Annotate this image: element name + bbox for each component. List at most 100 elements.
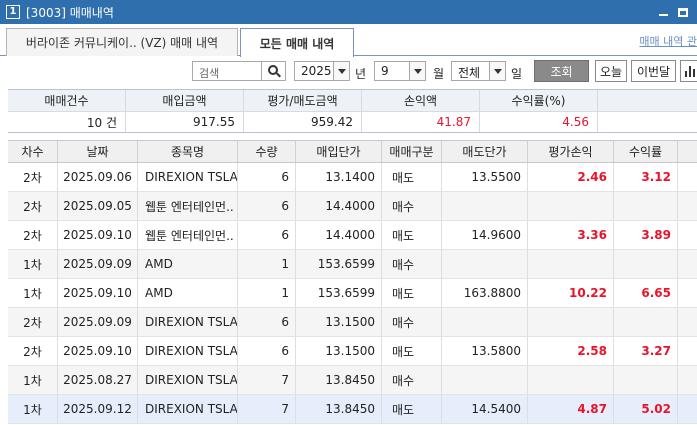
column-header[interactable]: 수량: [238, 141, 296, 162]
day-value: 전체: [458, 66, 481, 80]
cell-spacer: [678, 395, 697, 423]
day-select[interactable]: 전체: [451, 61, 506, 81]
cell-symbol: DIREXION TSLA: [138, 395, 238, 423]
column-header[interactable]: 차수: [8, 141, 58, 162]
table-row[interactable]: 2차 2025.09.09 DIREXION TSLA 6 13.1500 매수: [8, 308, 697, 337]
cell-trade-type: 매도: [382, 221, 442, 249]
table-row[interactable]: 2차 2025.09.06 DIREXION TSLA 6 13.1400 매도 13.55…: [8, 163, 697, 192]
query-button[interactable]: 조회: [534, 60, 589, 82]
cell-spacer: [678, 250, 697, 278]
window-titlebar: 1 [3003] 매매내역: [0, 0, 697, 24]
column-header[interactable]: 매입단가: [296, 141, 382, 162]
cell-date: 2025.09.10: [58, 279, 138, 307]
year-value: 2025: [301, 64, 332, 78]
cell-date: 2025.09.06: [58, 163, 138, 191]
cell-date: 2025.09.10: [58, 221, 138, 249]
cell-round: 2차: [8, 192, 58, 220]
cell-quantity: 1: [238, 279, 296, 307]
cell-quantity: 6: [238, 308, 296, 336]
table-row[interactable]: 2차 2025.09.10 DIREXION TSLA 6 13.1500 매도 13.58…: [8, 337, 697, 366]
cell-symbol: AMD: [138, 250, 238, 278]
column-header[interactable]: 매매구분: [382, 141, 442, 162]
cell-round: 1차: [8, 250, 58, 278]
cell-round: 1차: [8, 279, 58, 307]
cell-return-rate: 5.02: [614, 395, 678, 423]
cell-return-rate: [614, 250, 678, 278]
cell-spacer: [678, 221, 697, 249]
cell-eval-profit: 4.87: [528, 395, 614, 423]
cell-return-rate: [614, 192, 678, 220]
table-row[interactable]: 2차 2025.09.05 웹툰 엔터테인먼.. 6 14.4000 매수: [8, 192, 697, 221]
month-select[interactable]: 9: [374, 61, 426, 81]
cell-trade-type: 매도: [382, 163, 442, 191]
cell-sell-price: 163.8800: [442, 279, 528, 307]
summary-header: [598, 90, 697, 111]
bar-chart-icon[interactable]: [680, 60, 697, 82]
cell-round: 2차: [8, 163, 58, 191]
cell-eval-profit: [528, 366, 614, 394]
chevron-down-icon[interactable]: [489, 62, 505, 80]
cell-buy-price: 13.1500: [296, 308, 382, 336]
summary-header: 손익액: [362, 90, 480, 111]
cell-trade-type: 매수: [382, 250, 442, 278]
cell-sell-price: [442, 250, 528, 278]
trades-grid: 차수 날짜 종목명 수량 매입단가 매매구분 매도단가 평가손익 수익률 2차 2…: [8, 140, 697, 424]
day-label: 일: [511, 67, 523, 81]
cell-trade-type: 매도: [382, 337, 442, 365]
search-input[interactable]: 검색: [192, 61, 262, 81]
cell-quantity: 1: [238, 250, 296, 278]
cell-symbol: DIREXION TSLA: [138, 163, 238, 191]
cell-eval-profit: [528, 250, 614, 278]
table-row[interactable]: 1차 2025.09.10 AMD 1 153.6599 매도 163.8800 10.22 6…: [8, 279, 697, 308]
cell-symbol: AMD: [138, 279, 238, 307]
cell-date: 2025.09.09: [58, 250, 138, 278]
month-label: 월: [433, 67, 445, 81]
column-header[interactable]: 종목명: [138, 141, 238, 162]
today-button[interactable]: 오늘: [595, 60, 627, 82]
table-row[interactable]: 1차 2025.09.12 DIREXION TSLA 7 13.8450 매도 14.54…: [8, 395, 697, 424]
table-row[interactable]: 2차 2025.09.10 웹툰 엔터테인먼.. 6 14.4000 매도 14.9600 3…: [8, 221, 697, 250]
cell-buy-price: 14.4000: [296, 192, 382, 220]
column-header[interactable]: 매도단가: [442, 141, 528, 162]
cell-trade-type: 매수: [382, 308, 442, 336]
column-header[interactable]: 평가손익: [528, 141, 614, 162]
cell-quantity: 6: [238, 163, 296, 191]
cell-buy-price: 13.8450: [296, 395, 382, 423]
year-select[interactable]: 2025: [294, 61, 350, 81]
summary-header: 수익률(%): [480, 90, 598, 111]
minimize-icon[interactable]: [655, 4, 671, 20]
trade-history-manage-link[interactable]: 매매 내역 관: [639, 33, 697, 49]
cell-symbol: DIREXION TSLA: [138, 308, 238, 336]
cell-sell-price: 14.5400: [442, 395, 528, 423]
tab-bar: 버라이존 커뮤니케이.. (VZ) 매매 내역 모든 매매 내역 매매 내역 관: [0, 24, 697, 57]
table-row[interactable]: 1차 2025.09.09 AMD 1 153.6599 매수: [8, 250, 697, 279]
chevron-down-icon[interactable]: [333, 62, 349, 80]
cell-spacer: [678, 366, 697, 394]
search-icon[interactable]: [262, 61, 286, 81]
cell-spacer: [678, 279, 697, 307]
cell-sell-price: 14.9600: [442, 221, 528, 249]
cell-return-rate: 6.65: [614, 279, 678, 307]
chevron-down-icon[interactable]: [409, 62, 425, 80]
cell-buy-price: 13.1400: [296, 163, 382, 191]
tab-all-trades[interactable]: 모든 매매 내역: [240, 28, 354, 57]
cell-quantity: 6: [238, 192, 296, 220]
cell-eval-profit: 10.22: [528, 279, 614, 307]
cell-spacer: [678, 192, 697, 220]
cell-return-rate: [614, 308, 678, 336]
this-month-button[interactable]: 이번달: [631, 60, 676, 82]
tab-vz-trades[interactable]: 버라이존 커뮤니케이.. (VZ) 매매 내역: [6, 28, 238, 56]
cell-eval-profit: 2.46: [528, 163, 614, 191]
summary-header: 매입금액: [126, 90, 244, 111]
maximize-icon[interactable]: [675, 4, 691, 20]
column-header[interactable]: 날짜: [58, 141, 138, 162]
cell-date: 2025.09.09: [58, 308, 138, 336]
cell-quantity: 6: [238, 221, 296, 249]
cell-round: 2차: [8, 337, 58, 365]
cell-buy-price: 153.6599: [296, 279, 382, 307]
grid-header-row: 차수 날짜 종목명 수량 매입단가 매매구분 매도단가 평가손익 수익률: [8, 141, 697, 163]
cell-round: 1차: [8, 366, 58, 394]
column-header[interactable]: 수익률: [614, 141, 678, 162]
trade-count: 10 건: [8, 112, 126, 132]
table-row[interactable]: 1차 2025.08.27 DIREXION TSLA 7 13.8450 매수: [8, 366, 697, 395]
